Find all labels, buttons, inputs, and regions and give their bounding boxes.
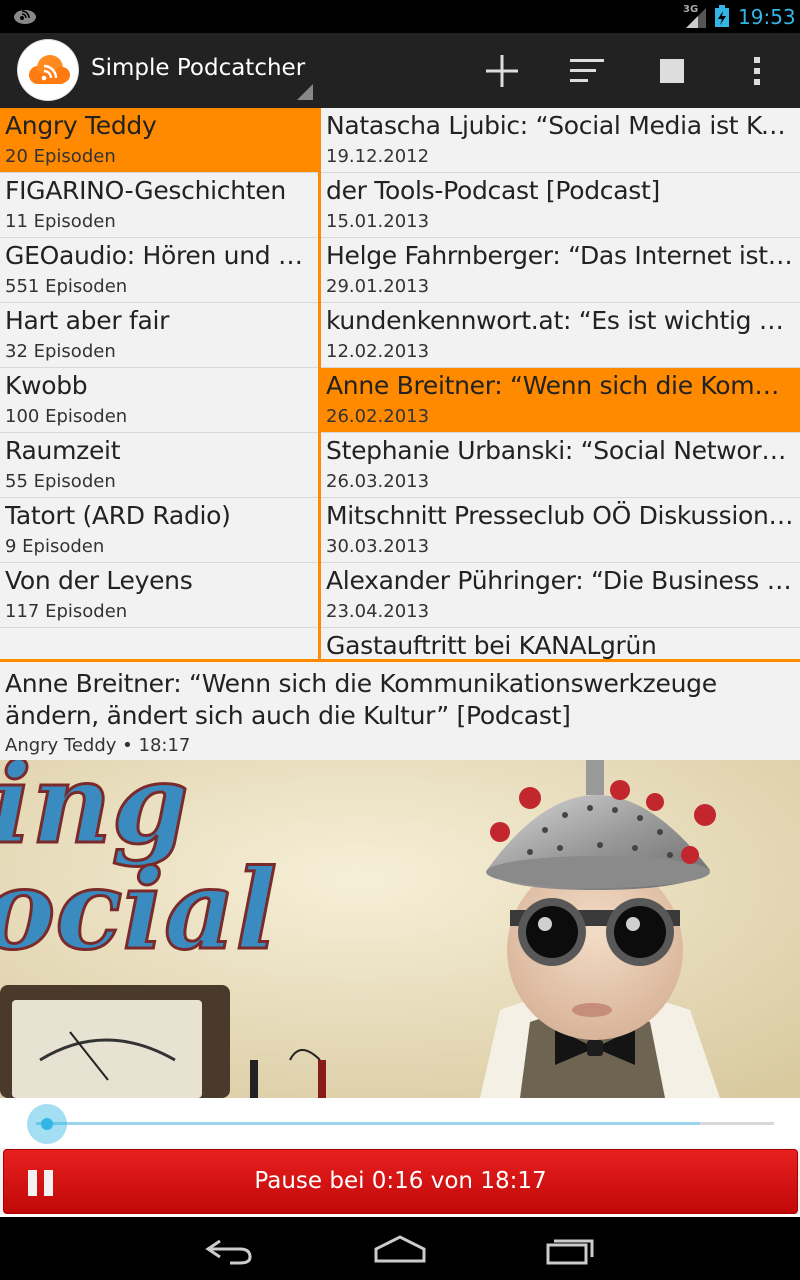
- podcast-cloud-icon: [29, 55, 70, 84]
- overflow-menu-icon[interactable]: [737, 51, 777, 91]
- episode-item[interactable]: Helge Fahrnberger: “Das Internet ist ein…: [321, 238, 800, 303]
- podcast-episode-count: 551 Episoden: [5, 276, 128, 297]
- episode-title: Alexander Pühringer: “Die Business App”: [326, 566, 796, 595]
- episode-date: 19.12.2012: [326, 146, 430, 167]
- podcast-list: Angry Teddy 20 Episoden FIGARINO-Geschicht…: [0, 108, 318, 660]
- pause-button[interactable]: Pause bei 0:16 von 18:17: [3, 1149, 798, 1214]
- sort-icon[interactable]: [567, 51, 607, 91]
- podcast-item[interactable]: Kwobb 100 Episoden: [0, 368, 318, 433]
- podcast-title: Von der Leyens: [5, 566, 193, 595]
- podcast-title: Kwobb: [5, 371, 88, 400]
- add-icon[interactable]: [482, 51, 522, 91]
- episode-title: Anne Breitner: “Wenn sich die Kommunikat…: [326, 371, 796, 400]
- navigation-bar: [0, 1217, 800, 1280]
- back-icon[interactable]: [200, 1231, 260, 1267]
- podcast-episode-count: 117 Episoden: [5, 601, 128, 622]
- now-playing: Anne Breitner: “Wenn sich die Kommunikat…: [0, 662, 800, 760]
- episode-item[interactable]: Gastauftritt bei KANALgrün: [321, 628, 800, 660]
- signal-icon: [686, 8, 706, 28]
- artwork-text-line2: ocial: [0, 845, 277, 974]
- podcast-item[interactable]: Von der Leyens 117 Episoden: [0, 563, 318, 628]
- episode-list: Natascha Ljubic: “Social Media ist Kommu…: [321, 108, 800, 660]
- spinner-indicator-icon: [297, 84, 313, 100]
- seek-buffer: [36, 1122, 701, 1125]
- screen: { "status_bar": { "network": "3G", "time…: [0, 0, 800, 1280]
- action-bar: Simple Podcatcher: [0, 33, 800, 108]
- episode-title: Gastauftritt bei KANALgrün: [326, 631, 657, 660]
- episode-item[interactable]: Stephanie Urbanski: “Social Networks und…: [321, 433, 800, 498]
- pause-button-label: Pause bei 0:16 von 18:17: [254, 1168, 547, 1194]
- podcast-title: FIGARINO-Geschichten: [5, 176, 286, 205]
- episode-date: 29.01.2013: [326, 276, 430, 297]
- podcast-item[interactable]: Hart aber fair 32 Episoden: [0, 303, 318, 368]
- podcast-title: Hart aber fair: [5, 306, 170, 335]
- podcast-item[interactable]: GEOaudio: Hören und Reisen 551 Episoden: [0, 238, 318, 303]
- podcast-episode-count: 32 Episoden: [5, 341, 116, 362]
- app-icon[interactable]: [18, 40, 78, 100]
- seek-bar[interactable]: [0, 1098, 800, 1148]
- podcast-item[interactable]: Tatort (ARD Radio) 9 Episoden: [0, 498, 318, 563]
- episode-artwork: ing ocial: [0, 760, 800, 1098]
- home-icon[interactable]: [370, 1231, 430, 1267]
- clock: 19:53: [738, 5, 796, 29]
- podcast-episode-count: 100 Episoden: [5, 406, 128, 427]
- select-all-icon[interactable]: [652, 51, 692, 91]
- seek-thumb[interactable]: [40, 1118, 53, 1130]
- artwork-image: ing ocial: [0, 760, 800, 1098]
- episode-item[interactable]: Natascha Ljubic: “Social Media ist Kommu…: [321, 108, 800, 173]
- episode-item[interactable]: Mitschnitt Presseclub OÖ Diskussion Soci…: [321, 498, 800, 563]
- episode-date: 12.02.2013: [326, 341, 430, 362]
- episode-item[interactable]: Anne Breitner: “Wenn sich die Kommunikat…: [321, 368, 800, 433]
- episode-date: 30.03.2013: [326, 536, 430, 557]
- podcast-title: Raumzeit: [5, 436, 121, 465]
- episode-item[interactable]: kundenkennwort.at: “Es ist wichtig als U…: [321, 303, 800, 368]
- podcast-item[interactable]: Angry Teddy 20 Episoden: [0, 108, 318, 173]
- episode-title: Helge Fahrnberger: “Das Internet ist ein…: [326, 241, 796, 270]
- podcast-item[interactable]: FIGARINO-Geschichten 11 Episoden: [0, 173, 318, 238]
- podcast-episode-count: 11 Episoden: [5, 211, 116, 232]
- episode-title: Stephanie Urbanski: “Social Networks und…: [326, 436, 796, 465]
- episode-date: 15.01.2013: [326, 211, 430, 232]
- episode-item[interactable]: der Tools-Podcast [Podcast] 15.01.2013: [321, 173, 800, 238]
- podcast-title: GEOaudio: Hören und Reisen: [5, 241, 314, 270]
- episode-date: 26.02.2013: [326, 406, 430, 427]
- podcast-notification-icon: [14, 10, 36, 24]
- now-playing-title: Anne Breitner: “Wenn sich die Kommunikat…: [5, 669, 717, 730]
- episode-title: Mitschnitt Presseclub OÖ Diskussion Soci…: [326, 501, 796, 530]
- status-bar: 3G 19:53: [0, 0, 800, 33]
- episode-title: kundenkennwort.at: “Es ist wichtig als U…: [326, 306, 796, 335]
- app-title[interactable]: Simple Podcatcher: [91, 55, 305, 81]
- episode-title: Natascha Ljubic: “Social Media ist Kommu…: [326, 111, 796, 140]
- podcast-title: Tatort (ARD Radio): [5, 501, 231, 530]
- episode-title: der Tools-Podcast [Podcast]: [326, 176, 660, 205]
- podcast-title: Angry Teddy: [5, 111, 157, 140]
- episode-item[interactable]: Alexander Pühringer: “Die Business App” 2…: [321, 563, 800, 628]
- podcast-episode-count: 9 Episoden: [5, 536, 105, 557]
- podcast-item[interactable]: Raumzeit 55 Episoden: [0, 433, 318, 498]
- podcast-episode-count: 55 Episoden: [5, 471, 116, 492]
- now-playing-meta: Angry Teddy • 18:17: [5, 735, 191, 756]
- battery-icon: [715, 5, 729, 27]
- podcast-episode-count: 20 Episoden: [5, 146, 116, 167]
- recent-apps-icon[interactable]: [540, 1231, 600, 1267]
- episode-date: 23.04.2013: [326, 601, 430, 622]
- episode-date: 26.03.2013: [326, 471, 430, 492]
